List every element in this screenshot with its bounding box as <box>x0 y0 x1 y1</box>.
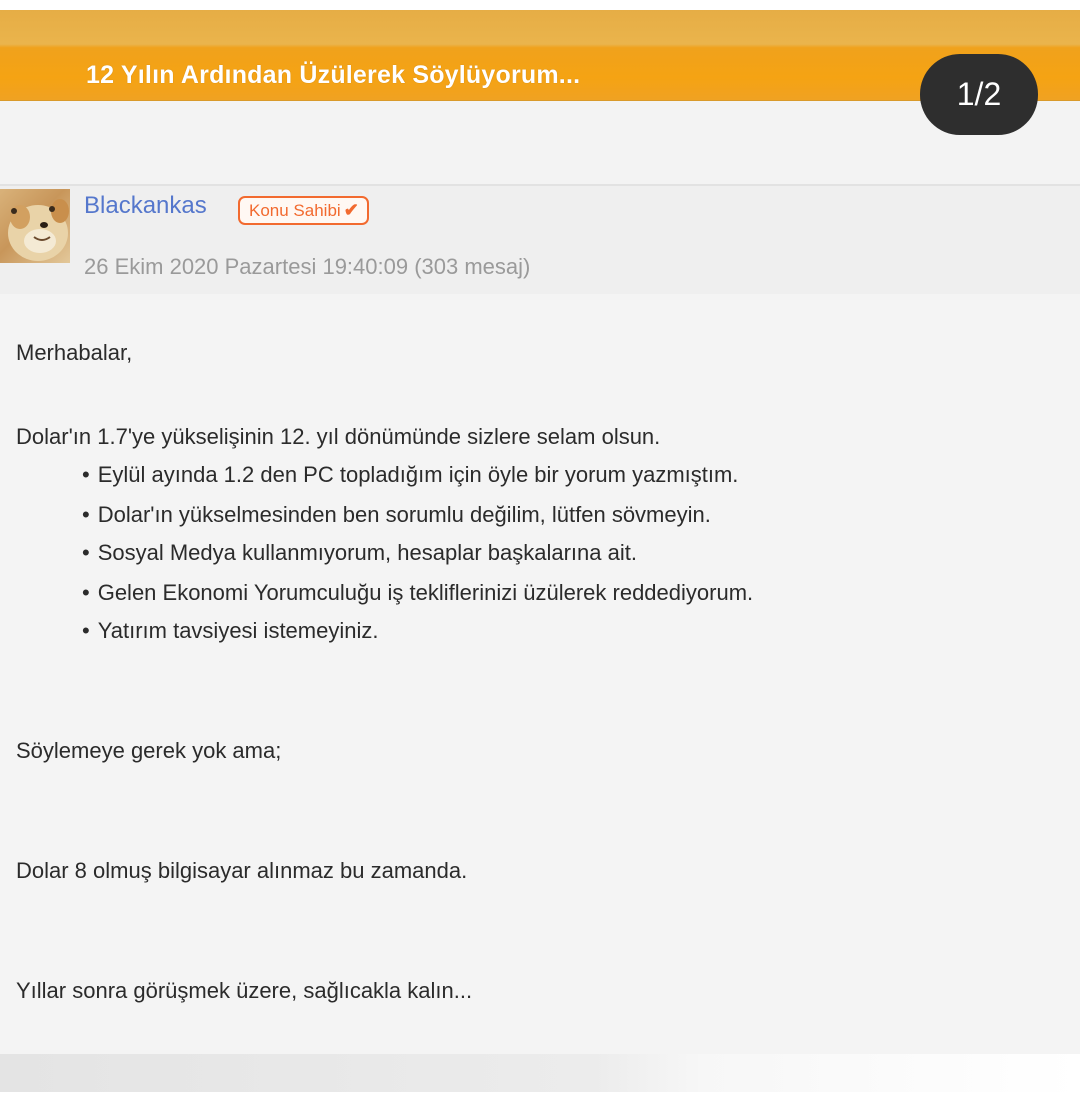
list-item: Eylül ayında 1.2 den PC topladığım için … <box>82 462 739 488</box>
check-icon: ✔ <box>343 200 359 220</box>
intro-line: Dolar'ın 1.7'ye yükselişinin 12. yıl dön… <box>16 424 661 449</box>
list-item: Dolar'ın yükselmesinden ben sorumlu deği… <box>82 502 711 528</box>
list-item: Gelen Ekonomi Yorumculuğu iş tekliflerin… <box>82 580 753 606</box>
post-footer <box>0 1054 1080 1092</box>
bottom-margin <box>0 1092 1080 1111</box>
dog-avatar-icon <box>8 199 69 261</box>
topic-owner-badge: Konu Sahibi ✔ <box>238 196 369 225</box>
thread-title: 12 Yılın Ardından Üzülerek Söylüyorum... <box>86 61 581 89</box>
list-item: Sosyal Medya kullanmıyorum, hesaplar baş… <box>82 540 637 566</box>
spacer <box>0 101 1080 184</box>
greeting-line: Merhabalar, <box>16 340 133 365</box>
text-line: Söylemeye gerek yok ama; <box>16 738 282 763</box>
closing-line: Yıllar sonra görüşmek üzere, sağlıcakla … <box>16 978 473 1003</box>
list-item: Yatırım tavsiyesi istemeyiniz. <box>82 618 379 644</box>
badge-label: Konu Sahibi <box>249 201 341 220</box>
post-body: Merhabalar, Dolar'ın 1.7'ye yükselişinin… <box>0 294 1080 1054</box>
top-strip <box>0 0 1080 10</box>
avatar[interactable] <box>0 189 70 263</box>
post-header: Blackankas Konu Sahibi ✔ 26 Ekim 2020 Paz… <box>0 184 1080 296</box>
thread-title-bar: 12 Yılın Ardından Üzülerek Söylüyorum... <box>0 10 1080 101</box>
post-date: 26 Ekim 2020 Pazartesi 19:40:09 (303 mes… <box>84 254 531 279</box>
page-indicator: 1/2 <box>920 54 1038 135</box>
author-username[interactable]: Blackankas <box>84 192 207 220</box>
text-line: Dolar 8 olmuş bilgisayar alınmaz bu zama… <box>16 858 468 883</box>
